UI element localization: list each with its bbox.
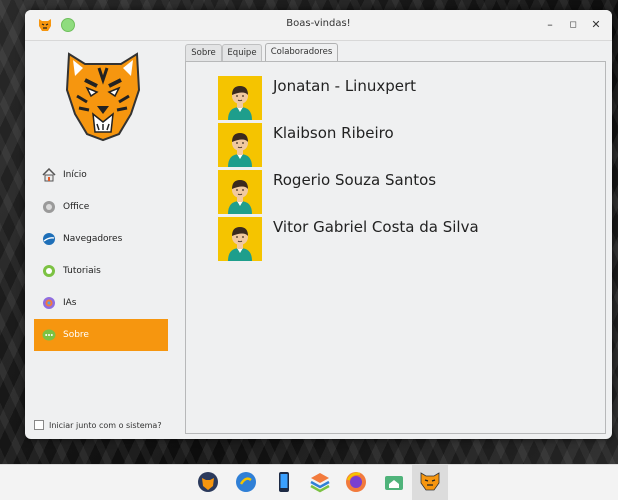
home-icon xyxy=(42,168,56,182)
phone-icon[interactable] xyxy=(272,470,296,494)
sidebar-item-office[interactable]: Office xyxy=(34,191,168,223)
tab-equipe[interactable]: Equipe xyxy=(222,44,262,61)
tutorials-icon xyxy=(43,265,55,277)
sidebar-item-label: Sobre xyxy=(63,330,89,340)
sidebar-item-inicio[interactable]: Início xyxy=(34,159,168,191)
collaborator-name: Vitor Gabriel Costa da Silva xyxy=(273,218,479,236)
collaborator-name: Rogerio Souza Santos xyxy=(273,171,437,189)
sidebar-item-label: IAs xyxy=(63,298,77,308)
welcome-tiger-icon xyxy=(420,472,440,491)
sidebar-item-label: Office xyxy=(63,202,90,212)
tab-colaboradores[interactable]: Colaboradores xyxy=(265,43,338,62)
title-bar[interactable]: Boas-vindas! – ◻ ✕ xyxy=(25,10,612,41)
autostart-label: Iniciar junto com o sistema? xyxy=(49,420,162,430)
ai-icon xyxy=(43,297,55,309)
collaborators-panel: Jonatan - Linuxpert Klaibson Ribeiro Rog… xyxy=(185,61,606,434)
avatar xyxy=(218,217,262,261)
collaborator-name: Jonatan - Linuxpert xyxy=(273,77,417,95)
office-icon xyxy=(43,201,55,213)
close-button[interactable]: ✕ xyxy=(588,17,604,33)
sidebar-item-ias[interactable]: IAs xyxy=(34,287,168,319)
avatar xyxy=(218,123,262,167)
taskbar xyxy=(0,464,618,500)
sidebar-item-navegadores[interactable]: Navegadores xyxy=(34,223,168,255)
welcome-window: Boas-vindas! – ◻ ✕ Início Office Navegad… xyxy=(25,10,612,439)
tab-sobre[interactable]: Sobre xyxy=(185,44,222,61)
firefox-icon[interactable] xyxy=(344,470,368,494)
sidebar-item-tutoriais[interactable]: Tutoriais xyxy=(34,255,168,287)
browser-icon xyxy=(43,233,55,245)
sidebar-item-label: Navegadores xyxy=(63,234,123,244)
window-title: Boas-vindas! xyxy=(286,18,351,29)
layers-icon[interactable] xyxy=(308,470,332,494)
maximize-button[interactable]: ◻ xyxy=(565,17,581,33)
minimize-button[interactable]: – xyxy=(542,17,558,33)
avatar xyxy=(218,170,262,214)
tiger-app-icon[interactable] xyxy=(196,470,220,494)
autostart-checkbox[interactable] xyxy=(34,420,44,430)
sidebar-item-label: Tutoriais xyxy=(63,266,101,276)
store-icon[interactable] xyxy=(382,470,406,494)
sidebar-item-label: Início xyxy=(63,170,87,180)
avatar xyxy=(218,76,262,120)
tiger-logo xyxy=(65,52,141,142)
sidebar: Início Office Navegadores Tutoriais IAs … xyxy=(25,40,179,439)
chat-icon xyxy=(42,329,56,341)
sidebar-item-sobre[interactable]: Sobre xyxy=(34,319,168,351)
autostart-option[interactable]: Iniciar junto com o sistema? xyxy=(34,420,162,430)
taskbar-active-app[interactable] xyxy=(412,465,448,500)
collaborator-name: Klaibson Ribeiro xyxy=(273,124,394,142)
files-icon[interactable] xyxy=(234,470,258,494)
